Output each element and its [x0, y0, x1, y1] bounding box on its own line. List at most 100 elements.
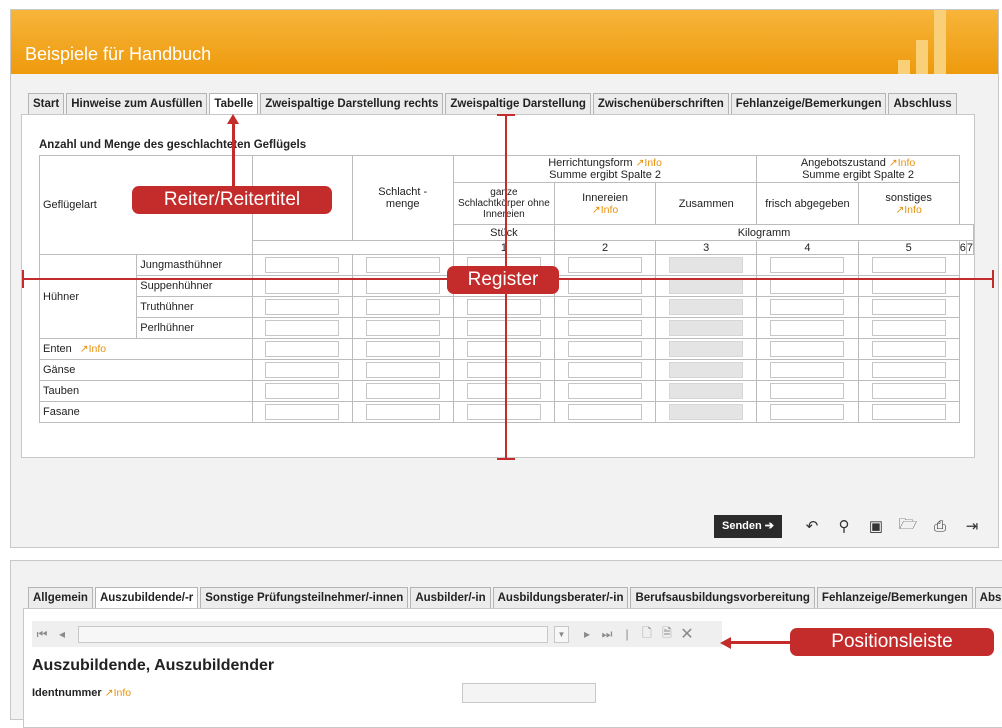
tab2-3[interactable]: Ausbilder/-in: [410, 587, 491, 609]
tab2-7[interactable]: Abs: [974, 587, 1002, 609]
folder-open-icon[interactable]: 🗁: [892, 514, 924, 539]
value-input[interactable]: [466, 362, 541, 378]
value-input[interactable]: [568, 383, 643, 399]
value-input[interactable]: [265, 383, 340, 399]
value-input[interactable]: [365, 320, 440, 336]
copy-record-icon[interactable]: 🗎: [657, 624, 677, 645]
tab2-2[interactable]: Sonstige Prüfungsteilnehmer/-innen: [200, 587, 409, 609]
print-icon[interactable]: ⎙: [924, 518, 956, 535]
value-input[interactable]: [770, 383, 845, 399]
value-input[interactable]: [265, 278, 340, 294]
value-input[interactable]: [770, 257, 845, 273]
value-input[interactable]: [365, 257, 440, 273]
save-icon[interactable]: ▣: [860, 517, 892, 535]
info-link[interactable]: ↗Info: [105, 687, 131, 699]
value-input[interactable]: [770, 299, 845, 315]
table-title: Anzahl und Menge des geschlachteten Gefl…: [39, 139, 307, 151]
exit-icon[interactable]: ⇥: [956, 517, 988, 535]
header-innereien: Innereien ↗Info: [553, 182, 657, 225]
register-top-cap: [497, 114, 515, 116]
next-record-icon[interactable]: ▸: [577, 627, 597, 641]
column-number: 4: [756, 240, 859, 255]
previous-record-icon[interactable]: ◂: [52, 627, 72, 641]
info-link[interactable]: ↗Info: [895, 204, 921, 216]
value-input[interactable]: [265, 362, 340, 378]
tab-7[interactable]: Abschluss: [888, 93, 957, 115]
value-input[interactable]: [568, 341, 643, 357]
value-input[interactable]: [466, 341, 541, 357]
value-input[interactable]: [871, 320, 946, 336]
value-input[interactable]: [871, 257, 946, 273]
positionsleiste-pointer-line: [730, 641, 792, 644]
value-input[interactable]: [365, 278, 440, 294]
value-input[interactable]: [365, 299, 440, 315]
info-link[interactable]: ↗Info: [636, 157, 662, 169]
value-input[interactable]: [265, 299, 340, 315]
info-link[interactable]: ↗Info: [592, 204, 618, 216]
value-input[interactable]: [365, 383, 440, 399]
row-label: Fasane: [38, 401, 254, 423]
unit-kilogramm: Kilogramm: [553, 224, 975, 241]
row-label: Tauben: [38, 380, 254, 402]
tab-0[interactable]: Start: [28, 93, 65, 115]
value-input[interactable]: [871, 341, 946, 357]
tab-5[interactable]: Zwischenüberschriften: [592, 93, 729, 115]
tab-6[interactable]: Fehlanzeige/Bemerkungen: [730, 93, 887, 115]
tab-1[interactable]: Hinweise zum Ausfüllen: [66, 93, 208, 115]
value-input[interactable]: [568, 299, 643, 315]
value-input[interactable]: [871, 362, 946, 378]
separator: |: [625, 627, 629, 641]
value-input[interactable]: [568, 320, 643, 336]
info-link[interactable]: ↗Info: [889, 157, 915, 169]
value-input[interactable]: [770, 278, 845, 294]
value-input[interactable]: [568, 278, 643, 294]
tab2-0[interactable]: Allgemein: [28, 587, 93, 609]
value-input[interactable]: [365, 341, 440, 357]
tab2-5[interactable]: Berufsausbildungsvorbereitung: [630, 587, 815, 609]
value-input[interactable]: [265, 320, 340, 336]
value-input[interactable]: [265, 257, 340, 273]
identnummer-label: Identnummer ↗Info: [32, 687, 132, 699]
position-input[interactable]: [78, 625, 548, 643]
value-input[interactable]: [770, 320, 845, 336]
undo-icon[interactable]: ↶: [796, 517, 828, 535]
tab2-6[interactable]: Fehlanzeige/Bemerkungen: [816, 587, 973, 609]
value-input[interactable]: [568, 257, 643, 273]
value-input[interactable]: [365, 362, 440, 378]
value-input[interactable]: [265, 404, 340, 420]
value-input[interactable]: [365, 404, 440, 420]
position-dropdown[interactable]: ▼: [554, 625, 569, 643]
first-record-icon[interactable]: ⏮: [32, 627, 52, 642]
value-input[interactable]: [466, 299, 541, 315]
value-input[interactable]: [466, 320, 541, 336]
new-record-icon[interactable]: 🗋: [637, 624, 657, 645]
window-header: Beispiele für Handbuch: [11, 10, 998, 74]
value-input[interactable]: [770, 404, 845, 420]
value-input[interactable]: [466, 404, 541, 420]
unit-stueck: Stück: [452, 224, 555, 241]
tab2-1[interactable]: Auszubildende/-r: [94, 587, 199, 610]
value-input[interactable]: [871, 404, 946, 420]
value-input[interactable]: [466, 383, 541, 399]
tab-3[interactable]: Zweispaltige Darstellung rechts: [260, 93, 444, 115]
value-input[interactable]: [770, 341, 845, 357]
value-input[interactable]: [568, 404, 643, 420]
value-input[interactable]: [568, 362, 643, 378]
delete-record-icon[interactable]: ✕: [677, 624, 697, 644]
header-ganze: ganze Schlachtkörper ohne Innereien: [452, 182, 555, 225]
tab2-4[interactable]: Ausbildungsberater/-in: [492, 587, 629, 609]
value-input[interactable]: [265, 341, 340, 357]
search-icon[interactable]: ⚲: [828, 517, 860, 535]
send-button[interactable]: Senden ➔: [714, 514, 783, 538]
value-input[interactable]: [871, 299, 946, 315]
register-left-cap: [22, 270, 24, 288]
tab-2[interactable]: Tabelle: [209, 93, 259, 116]
identnummer-field[interactable]: [462, 683, 596, 703]
value-input[interactable]: [871, 383, 946, 399]
value-input[interactable]: [871, 278, 946, 294]
last-record-icon[interactable]: ⏭: [597, 627, 617, 642]
info-link[interactable]: ↗Info: [80, 343, 106, 355]
value-input[interactable]: [770, 362, 845, 378]
tab-4[interactable]: Zweispaltige Darstellung: [445, 93, 591, 115]
tab-bar-2: Allgemein Auszubildende/-r Sonstige Prüfun…: [28, 587, 1002, 610]
